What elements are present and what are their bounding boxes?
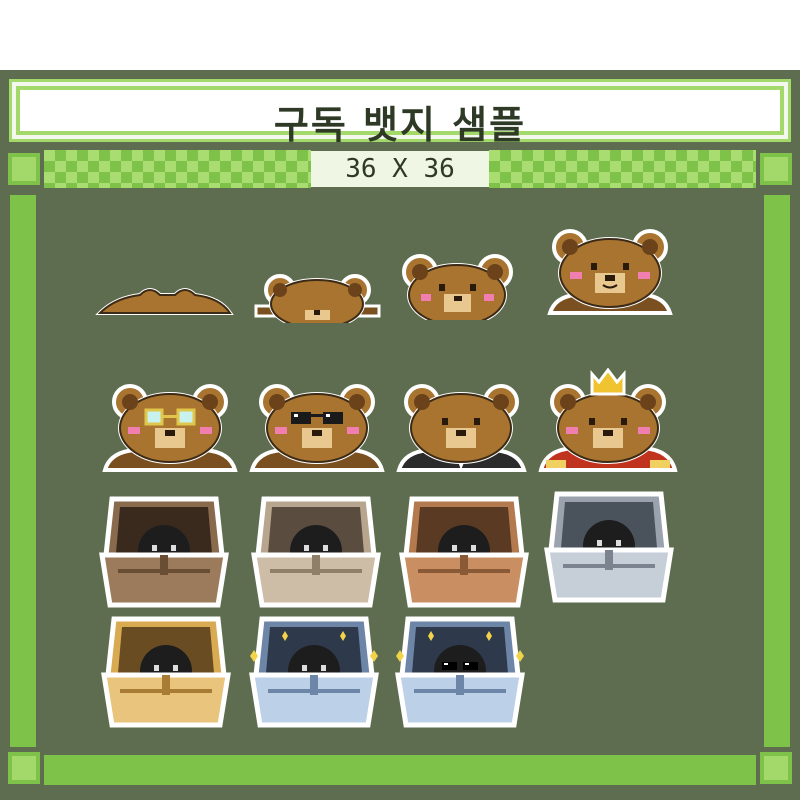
- title-box: 구독 뱃지 샘플: [16, 86, 784, 147]
- chest-silver-badge: [544, 491, 674, 603]
- bear-sunglasses-badge: [249, 384, 385, 472]
- bear-full-badge: [547, 229, 673, 315]
- bear-crown-badge: [538, 368, 678, 472]
- bottom-border: [44, 755, 756, 785]
- bear-peek-3-badge: [402, 254, 513, 320]
- chest-beige-badge: [251, 496, 381, 608]
- corner-tile: [8, 153, 40, 185]
- chest-gold-badge: [101, 616, 231, 728]
- chest-dark-brown-badge: [99, 496, 229, 608]
- bear-suit-badge: [396, 384, 527, 472]
- bear-peek-2-badge: [254, 274, 381, 323]
- chest-blue-sparkle-badge: [249, 616, 379, 728]
- side-border-right: [764, 195, 790, 747]
- corner-tile: [8, 752, 40, 784]
- chest-blue-sunglasses-badge: [395, 616, 525, 728]
- title-bar: 구독 뱃지 샘플: [9, 79, 791, 147]
- corner-tile: [760, 752, 792, 784]
- chest-copper-badge: [399, 496, 529, 608]
- bear-glasses-badge: [102, 384, 238, 472]
- bear-peek-1-badge: [95, 288, 234, 315]
- page-title: 구독 뱃지 샘플: [273, 103, 527, 147]
- checker-stripe-right: [489, 150, 756, 188]
- checker-stripe-left: [44, 150, 311, 188]
- side-border-left: [10, 195, 36, 747]
- size-label: 36 X 36: [311, 151, 489, 187]
- corner-tile: [760, 153, 792, 185]
